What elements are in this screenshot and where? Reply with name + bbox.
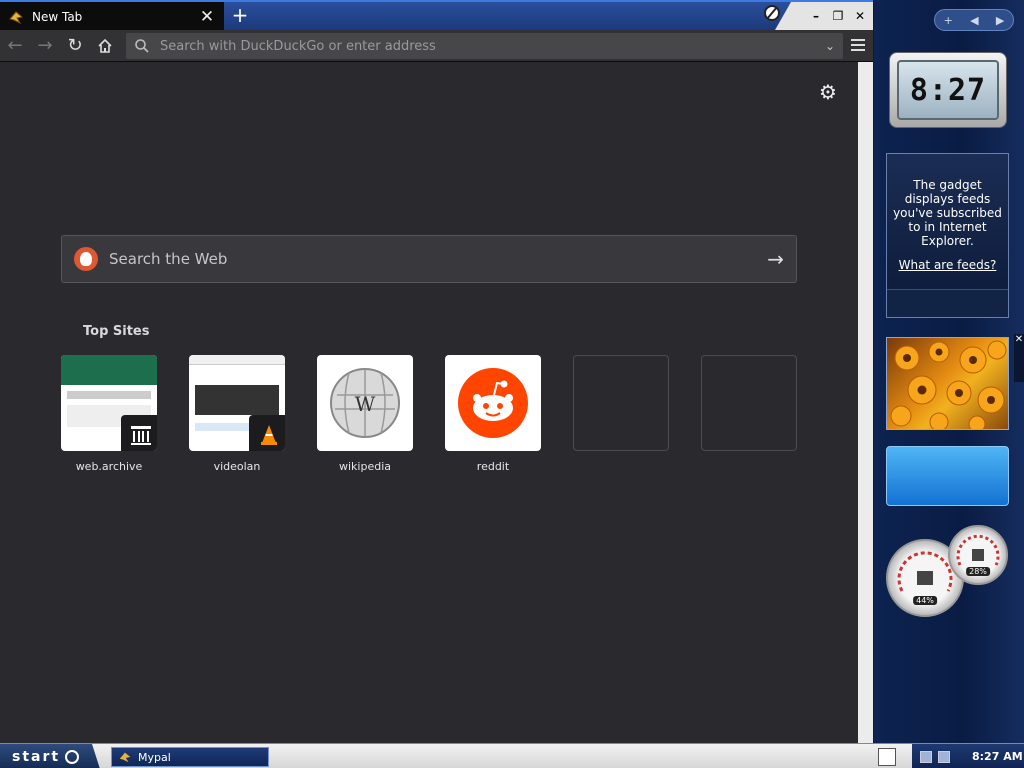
minimize-icon[interactable]: – [807, 9, 825, 23]
settings-gear-icon[interactable]: ⚙ [818, 82, 838, 102]
feed-headlines-gadget: The gadget displays feeds you've subscri… [886, 153, 1009, 318]
wikipedia-globe-icon: W [330, 368, 400, 438]
new-tab-button[interactable]: + [229, 5, 251, 27]
top-site-reddit[interactable]: reddit [445, 355, 541, 473]
taskbar-item-mypal[interactable]: Mypal [111, 747, 269, 767]
empty-site-slot [701, 355, 797, 451]
gadget-sidebar: + ◀ ▶ 8:27 The gadget displays feeds you… [874, 0, 1024, 743]
mypal-favicon-icon [8, 9, 24, 25]
address-bar[interactable]: Search with DuckDuckGo or enter address … [126, 33, 843, 59]
tab-strip: New Tab ✕ + – ❐ ✕ [0, 0, 873, 31]
back-icon[interactable]: ← [0, 31, 30, 61]
site-name: videolan [213, 460, 261, 473]
close-tab-icon[interactable]: ✕ [198, 7, 216, 27]
web-search-label: Search the Web [109, 250, 228, 268]
forward-icon[interactable]: → [30, 31, 60, 61]
empty-site-slot [573, 355, 669, 451]
search-icon [134, 38, 150, 54]
previous-icon[interactable]: ◀ [970, 14, 978, 27]
desktop: New Tab ✕ + – ❐ ✕ ← → ↻ Search with Duck… [0, 0, 1024, 768]
blue-gadget[interactable] [886, 446, 1009, 506]
start-label: start [12, 748, 61, 765]
navigation-bar: ← → ↻ Search with DuckDuckGo or enter ad… [0, 30, 873, 62]
reddit-logo-icon [458, 368, 528, 438]
top-site-web-archive[interactable]: web.archive [61, 355, 157, 473]
hamburger-menu-icon[interactable] [849, 36, 867, 54]
taskbar: start Mypal 8:27 AM [0, 743, 1024, 768]
clock-gadget[interactable]: 8:27 [889, 52, 1007, 128]
site-name: wikipedia [338, 460, 391, 473]
slideshow-gadget[interactable] [886, 337, 1009, 433]
network-icon[interactable] [920, 750, 932, 763]
volume-icon[interactable] [938, 750, 950, 763]
clock-display: 8:27 [897, 60, 999, 120]
add-gadget-icon[interactable]: + [944, 14, 953, 27]
no-entry-icon [764, 5, 780, 21]
top-site-empty[interactable] [573, 355, 669, 460]
svg-text:W: W [355, 392, 376, 416]
flowers-photo [890, 340, 1007, 433]
start-orb-icon [65, 749, 80, 764]
feeds-description: The gadget displays feeds you've subscri… [893, 178, 1002, 248]
site-thumbnail [445, 355, 541, 451]
next-icon[interactable]: ▶ [996, 14, 1004, 27]
restore-icon[interactable]: ❐ [829, 9, 847, 23]
cpu-percent: 44% [913, 596, 937, 605]
site-name: reddit [476, 460, 510, 473]
archive-icon [121, 415, 157, 451]
chevron-down-icon[interactable]: ⌄ [825, 39, 835, 53]
taskbar-clock[interactable]: 8:27 AM [972, 750, 1023, 763]
start-button[interactable]: start [0, 744, 100, 768]
memory-meter-gadget[interactable]: 28% [948, 525, 1008, 585]
what-are-feeds-link[interactable]: What are feeds? [899, 258, 997, 272]
site-thumbnail [61, 355, 157, 451]
top-site-empty[interactable] [701, 355, 797, 460]
keyboard-icon[interactable] [878, 748, 896, 766]
site-name: web.archive [75, 460, 143, 473]
arrow-right-icon[interactable]: → [767, 247, 784, 271]
top-site-videolan[interactable]: videolan [189, 355, 285, 473]
memory-percent: 28% [966, 567, 990, 576]
tab-new-tab[interactable]: New Tab ✕ [0, 2, 224, 31]
system-tray: 8:27 AM [912, 744, 1024, 768]
top-site-wikipedia[interactable]: W wikipedia [317, 355, 413, 473]
address-placeholder: Search with DuckDuckGo or enter address [160, 38, 436, 54]
window-controls: – ❐ ✕ [775, 2, 873, 30]
gadget-close-icon[interactable]: ✕ [1014, 334, 1024, 382]
duckduckgo-icon [74, 247, 98, 271]
taskbar-item-label: Mypal [138, 750, 171, 764]
reload-icon[interactable]: ↻ [60, 31, 90, 61]
vlc-cone-icon [249, 415, 285, 451]
mypal-icon [119, 752, 131, 763]
close-window-icon[interactable]: ✕ [851, 9, 869, 23]
feeds-footer [887, 289, 1008, 317]
sidebar-controls: + ◀ ▶ [934, 9, 1014, 31]
top-sites-title: Top Sites [83, 324, 150, 339]
browser-window: New Tab ✕ + – ❐ ✕ ← → ↻ Search with Duck… [0, 0, 873, 743]
vertical-scrollbar[interactable] [858, 62, 873, 743]
home-icon[interactable] [90, 31, 120, 61]
tab-title: New Tab [32, 9, 83, 24]
site-thumbnail: W [317, 355, 413, 451]
site-thumbnail [189, 355, 285, 451]
web-search-box[interactable]: Search the Web → [61, 235, 797, 283]
